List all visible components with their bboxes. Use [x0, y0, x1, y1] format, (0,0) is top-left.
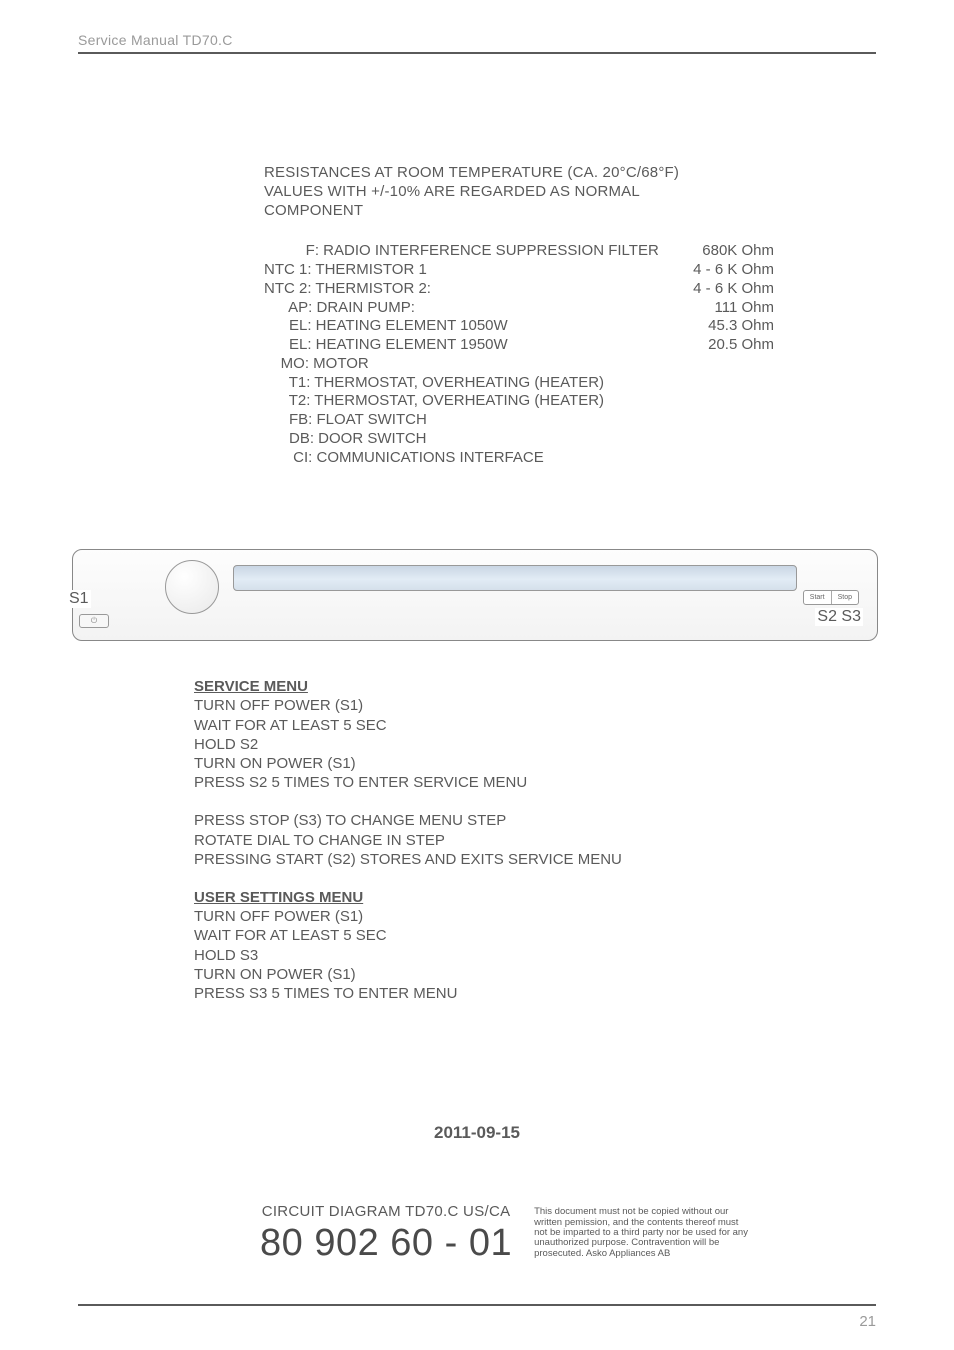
- menu-line: ROTATE DIAL TO CHANGE IN STEP: [194, 831, 876, 850]
- component-label: CI: COMMUNICATIONS INTERFACE: [264, 449, 644, 468]
- component-value: [644, 374, 774, 393]
- component-row: NTC 2: THERMISTOR 2:4 - 6 K Ohm: [264, 280, 876, 299]
- component-value: 20.5 Ohm: [644, 336, 774, 355]
- stop-label: Stop: [832, 591, 858, 604]
- menu-line: WAIT FOR AT LEAST 5 SEC: [194, 716, 876, 735]
- component-row: FB: FLOAT SWITCH: [264, 411, 876, 430]
- component-value: [644, 392, 774, 411]
- start-stop-button-icon: Start Stop: [803, 590, 859, 605]
- resistance-line-1: RESISTANCES AT ROOM TEMPERATURE (CA. 20°…: [264, 164, 876, 183]
- component-value: 111 Ohm: [644, 299, 774, 318]
- component-label: EL: HEATING ELEMENT 1950W: [264, 336, 644, 355]
- resistance-intro: RESISTANCES AT ROOM TEMPERATURE (CA. 20°…: [264, 164, 876, 220]
- component-label: MO: MOTOR: [264, 355, 644, 374]
- menu-line: TURN ON POWER (S1): [194, 965, 876, 984]
- component-label: AP: DRAIN PUMP:: [264, 299, 644, 318]
- menu-line: PRESS S3 5 TIMES TO ENTER MENU: [194, 984, 876, 1003]
- component-row: MO: MOTOR: [264, 355, 876, 374]
- component-value: [644, 411, 774, 430]
- component-label: FB: FLOAT SWITCH: [264, 411, 644, 430]
- revision-date: 2011-09-15: [78, 1123, 876, 1143]
- component-row: F: RADIO INTERFERENCE SUPPRESSION FILTER…: [264, 242, 876, 261]
- component-row: AP: DRAIN PUMP:111 Ohm: [264, 299, 876, 318]
- display-strip-icon: [233, 565, 797, 591]
- s1-callout: S1: [67, 590, 91, 608]
- component-row: EL: HEATING ELEMENT 1050W45.3 Ohm: [264, 317, 876, 336]
- menu-line: PRESSING START (S2) STORES AND EXITS SER…: [194, 850, 876, 869]
- component-value: [644, 355, 774, 374]
- start-label: Start: [804, 591, 832, 604]
- menu-line: PRESS STOP (S3) TO CHANGE MENU STEP: [194, 811, 876, 830]
- user-menu-heading: USER SETTINGS MENU: [194, 888, 876, 907]
- resistance-line-3: COMPONENT: [264, 202, 876, 221]
- power-button-icon: ⏻: [79, 614, 109, 628]
- component-value: 4 - 6 K Ohm: [644, 280, 774, 299]
- menu-line: HOLD S2: [194, 735, 876, 754]
- menus-text: SERVICE MENU TURN OFF POWER (S1) WAIT FO…: [194, 677, 876, 1003]
- component-value: [644, 430, 774, 449]
- top-rule: [78, 52, 876, 54]
- component-value: 4 - 6 K Ohm: [644, 261, 774, 280]
- component-row: T2: THERMOSTAT, OVERHEATING (HEATER): [264, 392, 876, 411]
- component-row: CI: COMMUNICATIONS INTERFACE: [264, 449, 876, 468]
- panel-outline: Start Stop S1 ⏻ S2 S3: [72, 549, 878, 641]
- component-value: [644, 449, 774, 468]
- menu-line: PRESS S2 5 TIMES TO ENTER SERVICE MENU: [194, 773, 876, 792]
- menu-line: TURN OFF POWER (S1): [194, 696, 876, 715]
- component-value: 45.3 Ohm: [644, 317, 774, 336]
- control-panel-diagram: Start Stop S1 ⏻ S2 S3: [78, 549, 876, 649]
- component-row: T1: THERMOSTAT, OVERHEATING (HEATER): [264, 374, 876, 393]
- s2-s3-callout: S2 S3: [815, 608, 863, 626]
- component-row: EL: HEATING ELEMENT 1950W20.5 Ohm: [264, 336, 876, 355]
- component-row: NTC 1: THERMISTOR 14 - 6 K Ohm: [264, 261, 876, 280]
- component-label: EL: HEATING ELEMENT 1050W: [264, 317, 644, 336]
- menu-line: HOLD S3: [194, 946, 876, 965]
- component-label: NTC 2: THERMISTOR 2:: [264, 280, 644, 299]
- menu-line: TURN ON POWER (S1): [194, 754, 876, 773]
- component-value: 680K Ohm: [644, 242, 774, 261]
- component-label: NTC 1: THERMISTOR 1: [264, 261, 644, 280]
- diagram-title: CIRCUIT DIAGRAM TD70.C US/CA: [260, 1203, 512, 1220]
- menu-line: WAIT FOR AT LEAST 5 SEC: [194, 926, 876, 945]
- document-footer: CIRCUIT DIAGRAM TD70.C US/CA 80 902 60 -…: [260, 1203, 876, 1265]
- page-number: 21: [859, 1313, 876, 1330]
- service-menu-heading: SERVICE MENU: [194, 677, 876, 696]
- running-head: Service Manual TD70.C: [78, 32, 876, 48]
- component-row: DB: DOOR SWITCH: [264, 430, 876, 449]
- component-list: F: RADIO INTERFERENCE SUPPRESSION FILTER…: [264, 242, 876, 467]
- document-number: 80 902 60 - 01: [260, 1222, 512, 1265]
- legal-notice: This document must not be copied without…: [534, 1207, 754, 1259]
- component-label: T1: THERMOSTAT, OVERHEATING (HEATER): [264, 374, 644, 393]
- footer-left: CIRCUIT DIAGRAM TD70.C US/CA 80 902 60 -…: [260, 1203, 512, 1265]
- component-label: T2: THERMOSTAT, OVERHEATING (HEATER): [264, 392, 644, 411]
- component-label: F: RADIO INTERFERENCE SUPPRESSION FILTER: [264, 242, 644, 261]
- bottom-rule: [78, 1304, 876, 1306]
- menu-line: TURN OFF POWER (S1): [194, 907, 876, 926]
- component-label: DB: DOOR SWITCH: [264, 430, 644, 449]
- resistance-line-2: VALUES WITH +/-10% ARE REGARDED AS NORMA…: [264, 183, 876, 202]
- power-icon: ⏻: [91, 616, 97, 626]
- rotary-dial-icon: [165, 560, 219, 614]
